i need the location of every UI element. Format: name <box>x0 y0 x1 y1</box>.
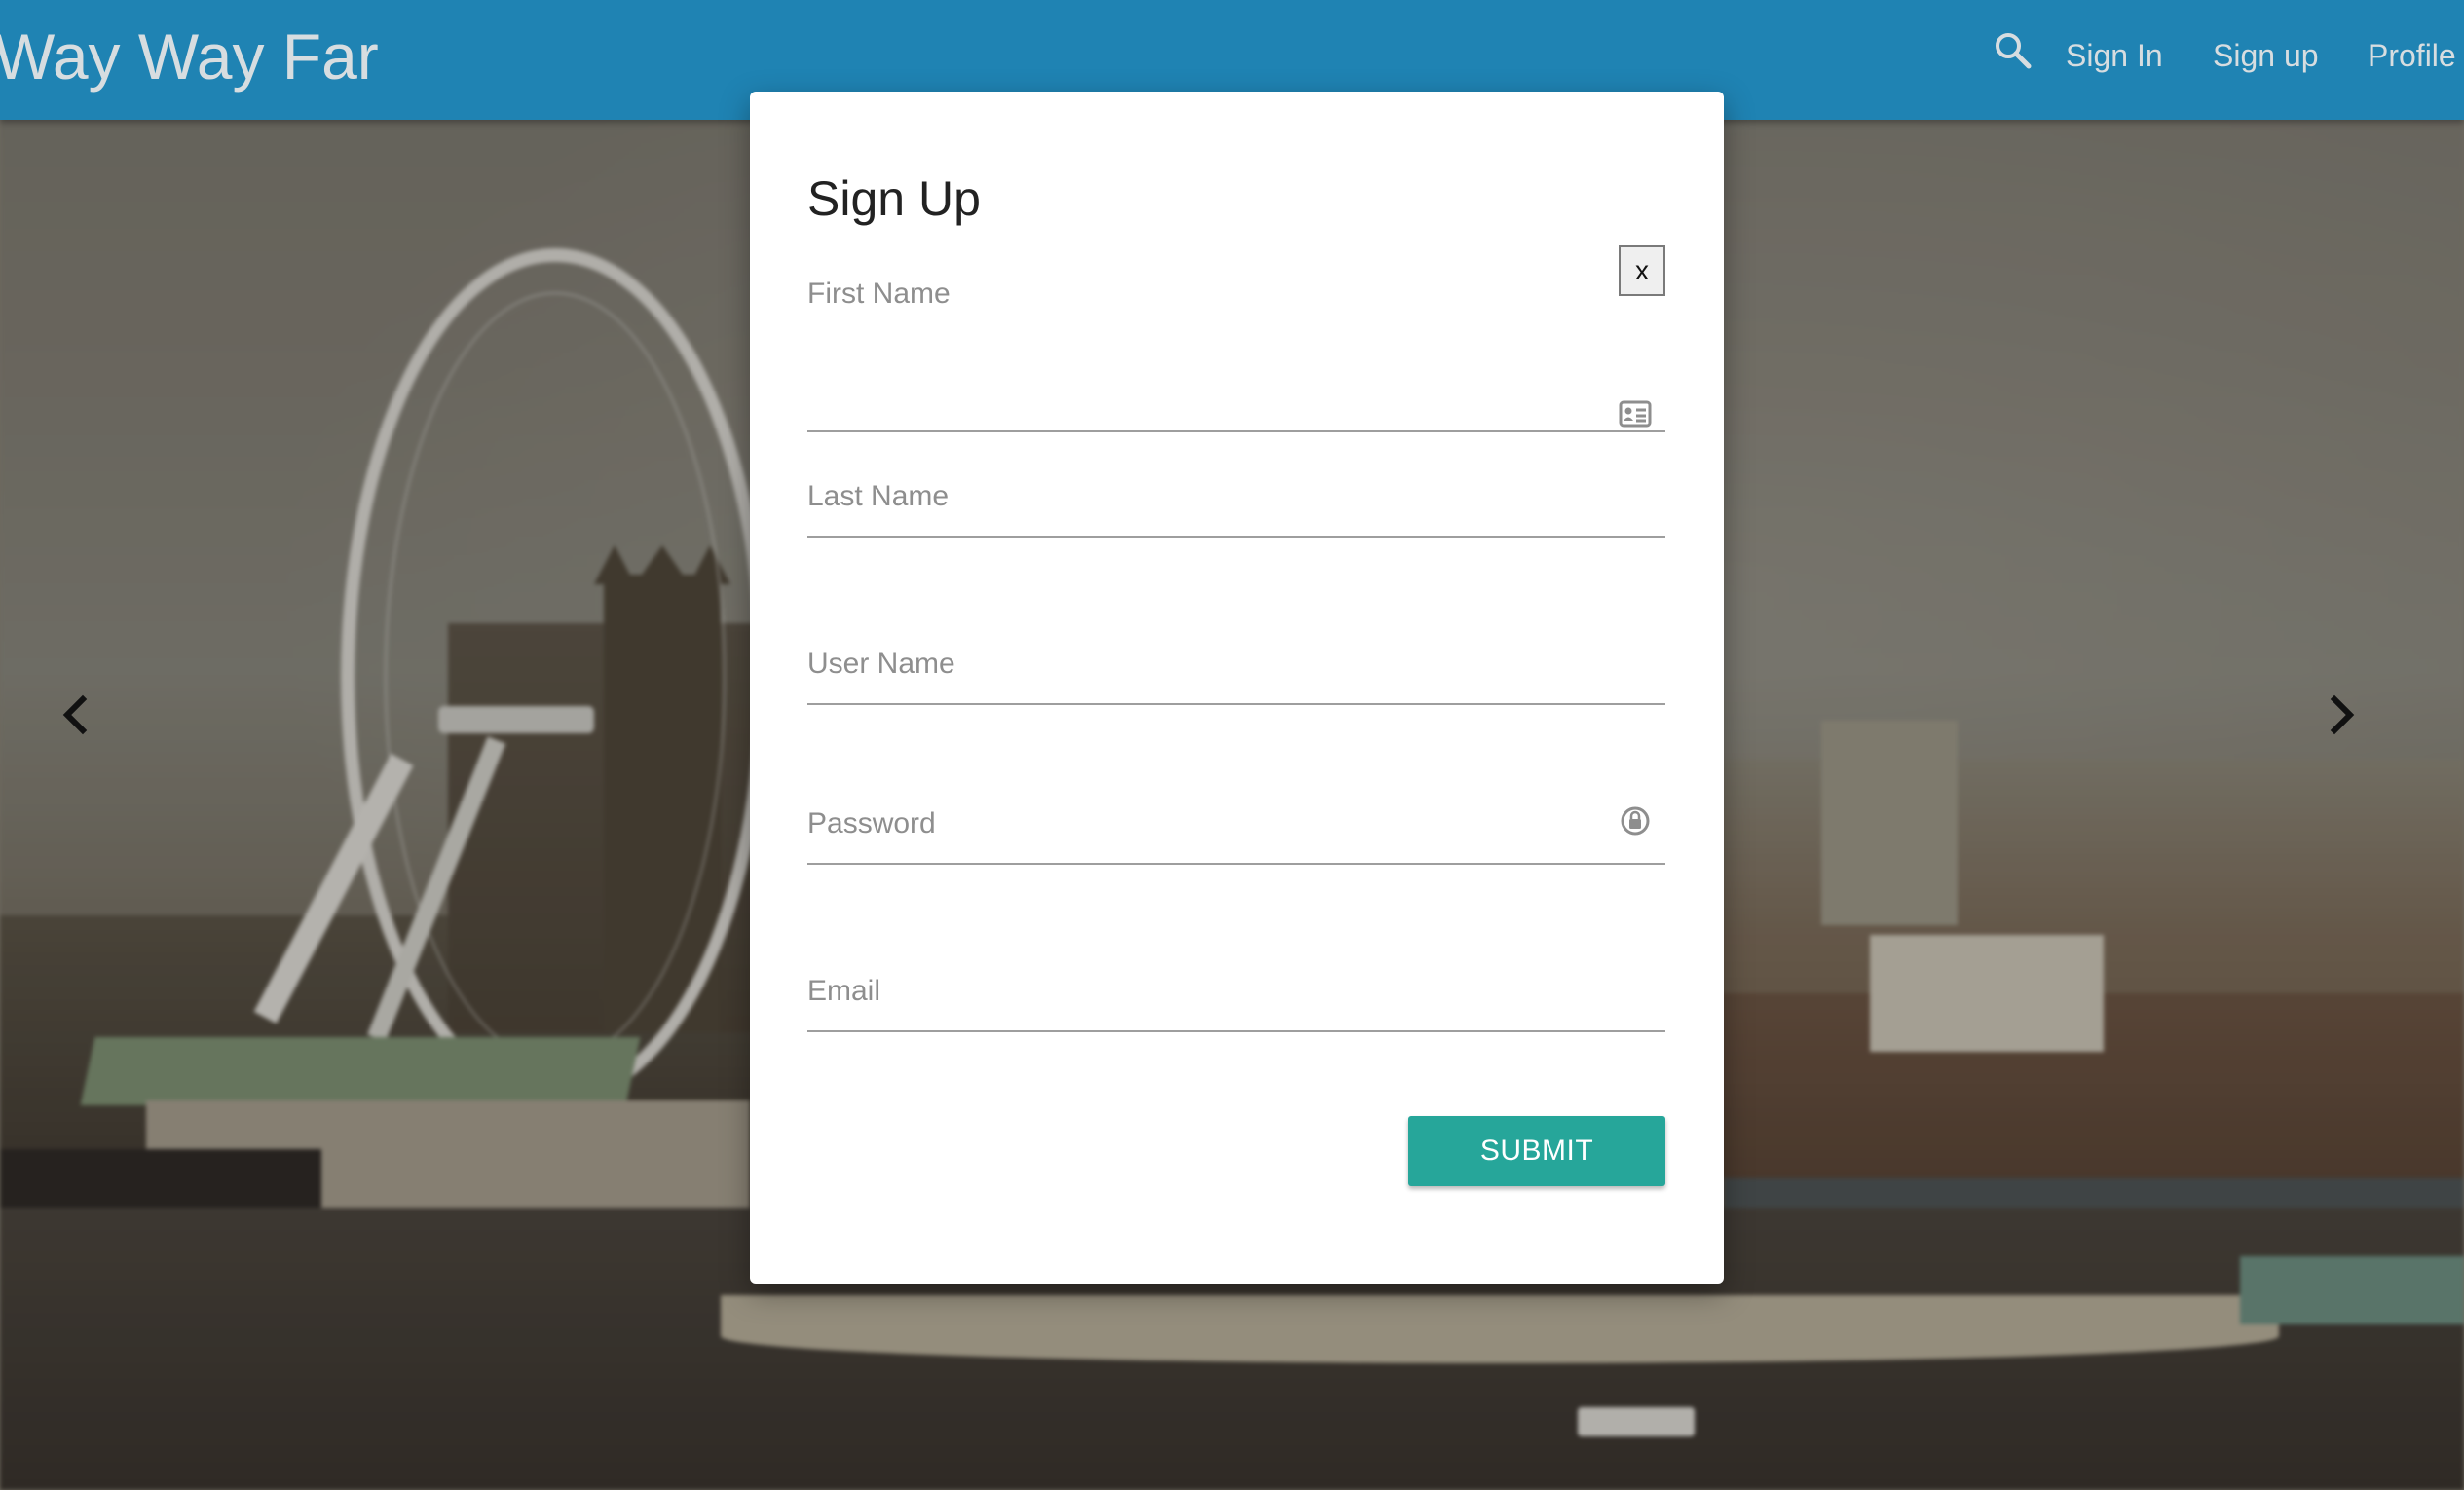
submit-button[interactable]: SUBMIT <box>1408 1116 1665 1186</box>
chevron-left-icon[interactable] <box>56 693 94 736</box>
search-icon[interactable] <box>1992 29 2035 72</box>
modal-title: Sign Up <box>807 171 981 226</box>
lock-icon <box>1619 804 1652 838</box>
first-name-field: First Name <box>807 277 1665 479</box>
nav-link-profile[interactable]: Profile <box>2368 35 2456 76</box>
password-input[interactable] <box>807 836 1665 865</box>
email-input[interactable] <box>807 1003 1665 1032</box>
user-name-input[interactable] <box>807 676 1665 705</box>
password-field: Password <box>807 806 1665 968</box>
first-name-label: First Name <box>807 278 951 310</box>
last-name-input[interactable] <box>807 508 1665 538</box>
sign-up-modal: Sign Up x First Name Last Name User Name… <box>750 92 1724 1284</box>
id-card-icon <box>1619 399 1652 432</box>
brand-logo[interactable]: Way Way Far <box>0 18 379 95</box>
email-field: Email <box>807 974 1665 1136</box>
nav-link-sign-in[interactable]: Sign In <box>2066 35 2163 76</box>
nav-link-sign-up[interactable]: Sign up <box>2213 35 2319 76</box>
user-name-field: User Name <box>807 647 1665 808</box>
chevron-right-icon[interactable] <box>2323 693 2362 736</box>
last-name-field: Last Name <box>807 479 1665 641</box>
first-name-input[interactable] <box>807 384 1665 432</box>
